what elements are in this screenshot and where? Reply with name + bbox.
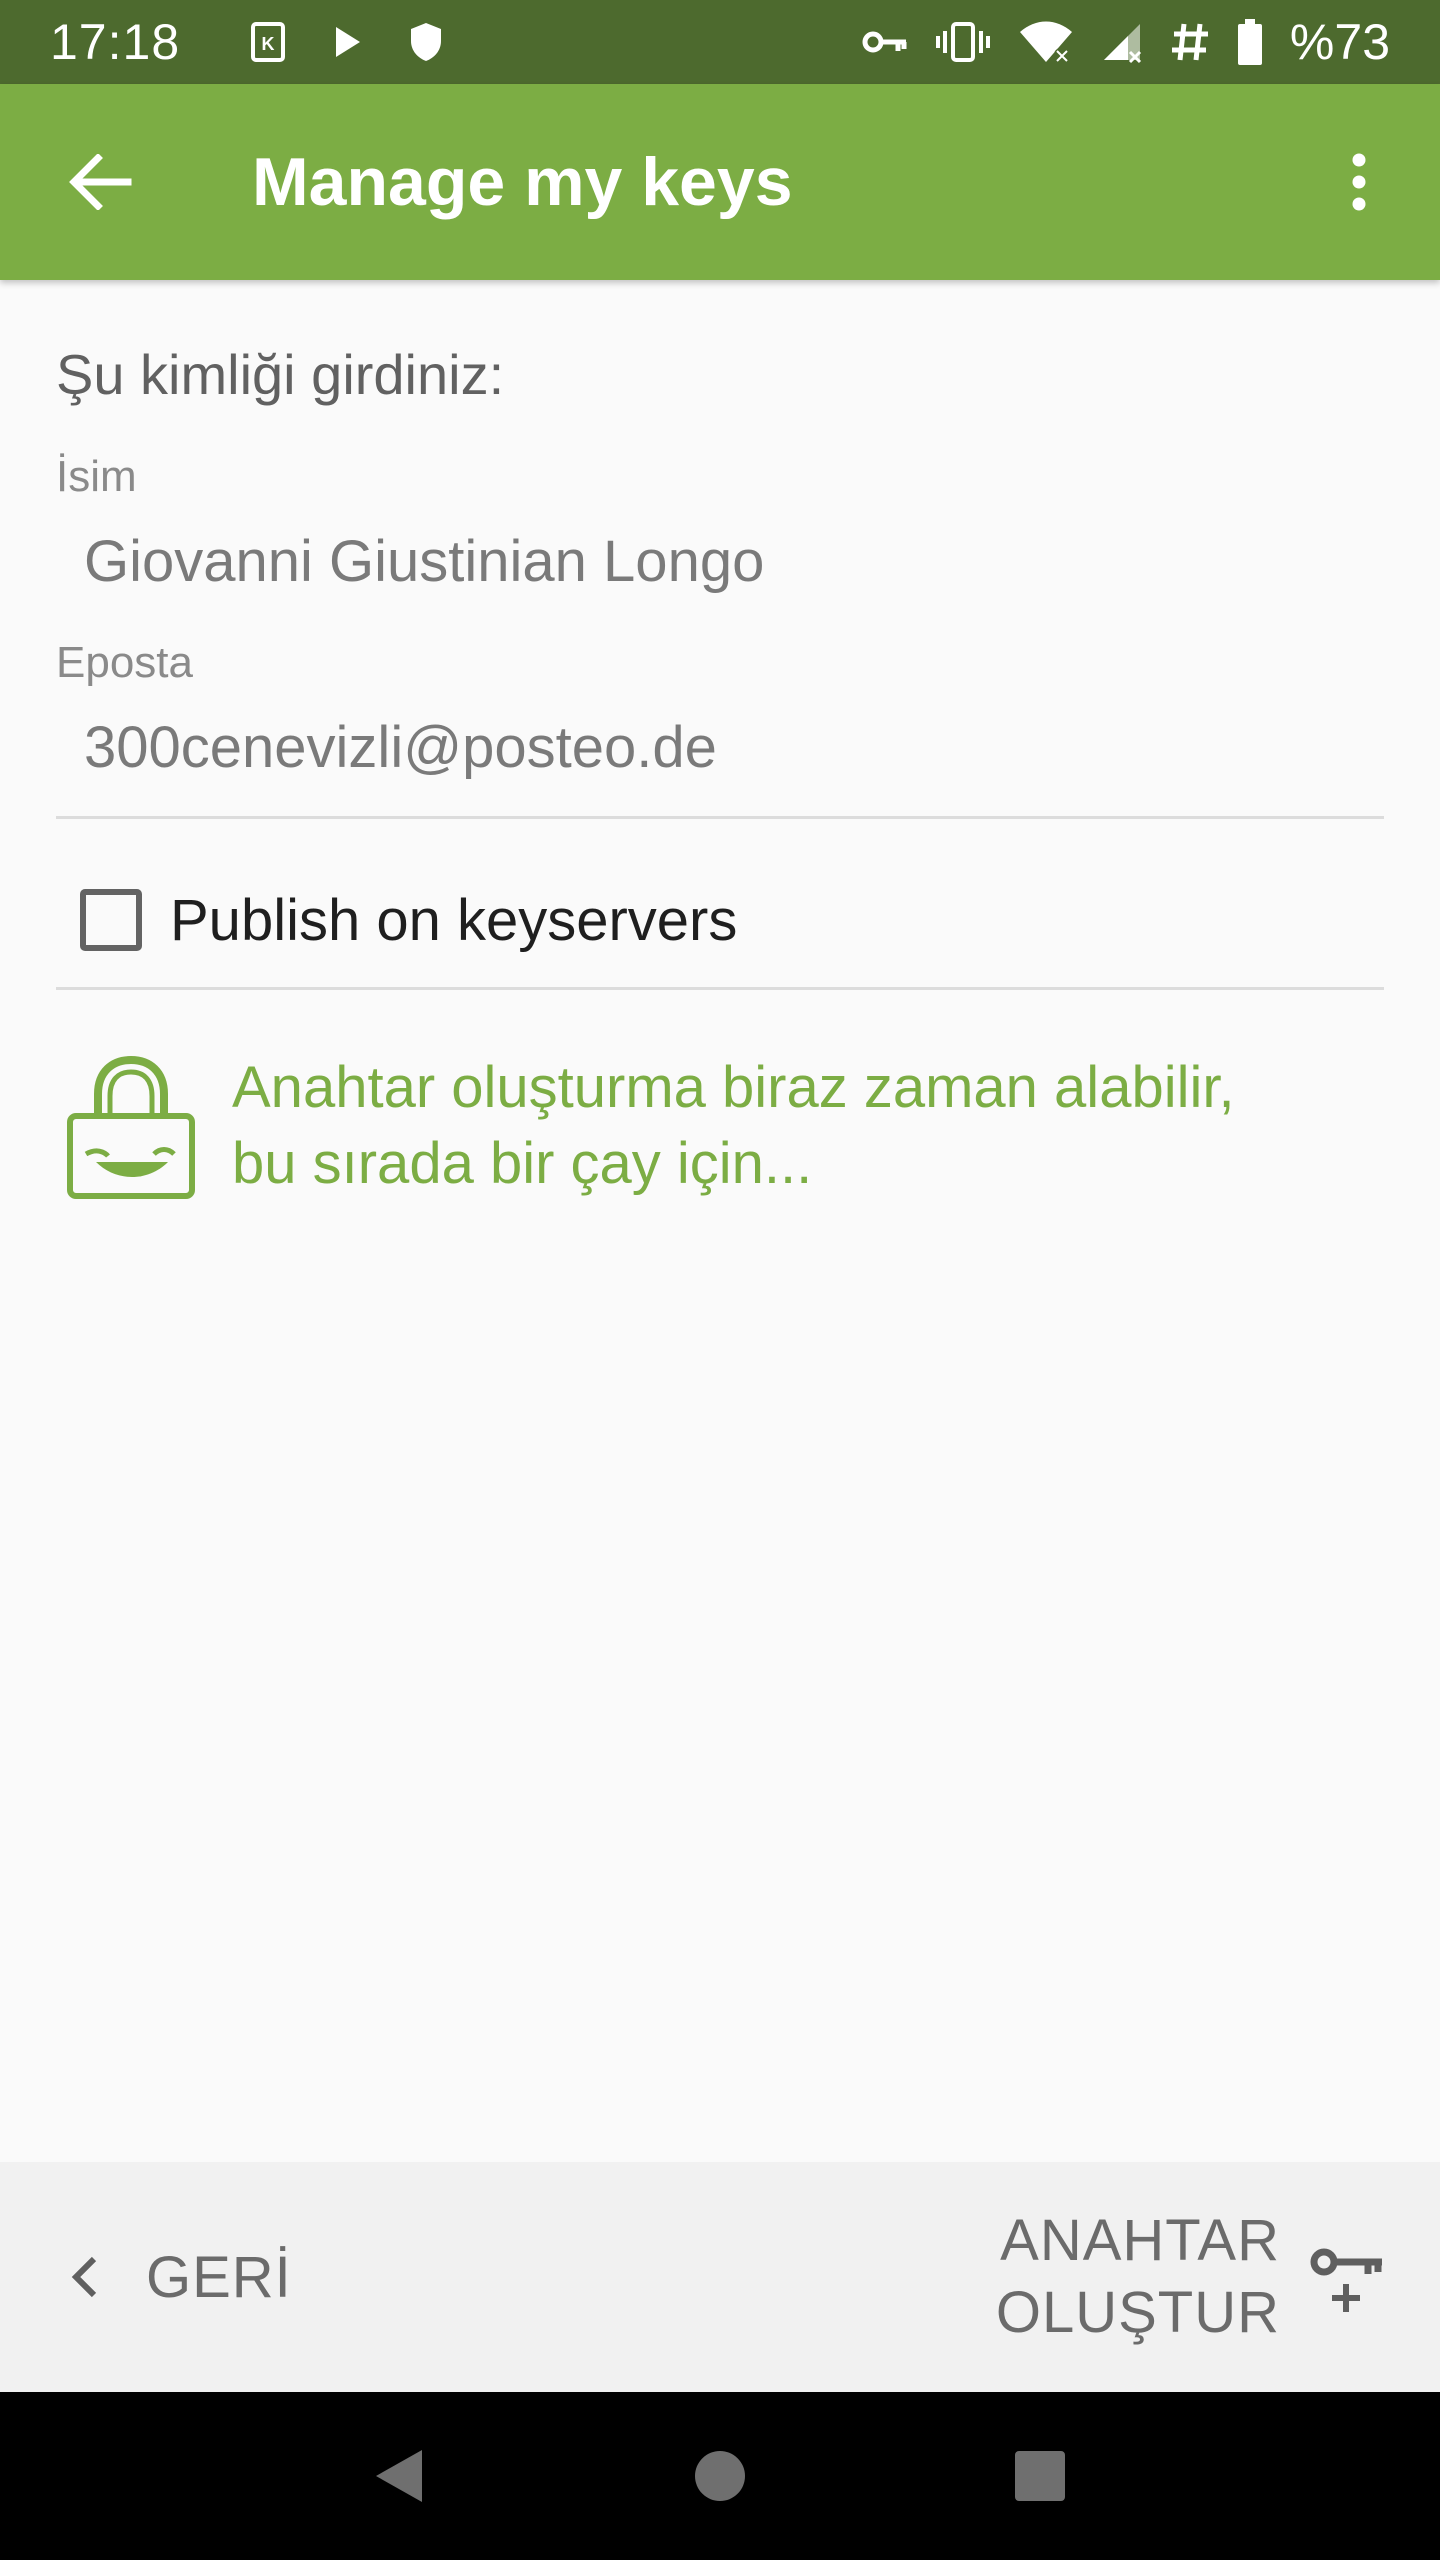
create-key-label-line-1: ANAHTAR xyxy=(1000,2208,1280,2273)
chevron-left-icon xyxy=(71,2256,97,2298)
divider xyxy=(56,987,1384,990)
status-right: %73 xyxy=(862,13,1390,71)
screen: 17:18 K %73 Manage my keys Şu kimliği gi… xyxy=(0,0,1440,2560)
status-left: 17:18 K xyxy=(50,13,444,71)
nav-back-button[interactable] xyxy=(340,2416,460,2536)
info-text: Anahtar oluşturma biraz zaman alabilir, … xyxy=(232,1050,1235,1202)
create-key-label-line-2: OLUŞTUR xyxy=(995,2280,1280,2345)
publish-on-keyservers-row[interactable]: Publish on keyservers xyxy=(56,860,1384,980)
info-line-2: bu sırada bir çay için... xyxy=(232,1131,813,1196)
vibrate-icon xyxy=(934,21,992,63)
nav-recents-button[interactable] xyxy=(980,2416,1100,2536)
create-key-label: ANAHTAR OLUŞTUR xyxy=(996,2205,1280,2349)
battery-icon xyxy=(1236,18,1264,66)
hash-icon xyxy=(1170,20,1210,64)
back-arrow-button[interactable] xyxy=(50,132,150,232)
vpn-key-icon xyxy=(862,27,908,57)
email-value: 300cenevizli@posteo.de xyxy=(84,715,717,780)
publish-label: Publish on keyservers xyxy=(170,887,738,953)
divider xyxy=(56,816,1384,819)
app-bar: Manage my keys xyxy=(0,84,1440,280)
name-label: İsim xyxy=(56,452,137,501)
wifi-icon xyxy=(1018,20,1074,64)
nav-home-icon xyxy=(695,2451,745,2501)
nav-back-icon xyxy=(376,2450,422,2502)
smiling-lock-icon xyxy=(67,1055,195,1199)
status-time: 17:18 xyxy=(50,14,181,70)
create-key-button[interactable]: ANAHTAR OLUŞTUR xyxy=(996,2187,1384,2367)
signal-icon xyxy=(1100,20,1144,64)
info-line-1: Anahtar oluşturma biraz zaman alabilir, xyxy=(232,1055,1235,1120)
k-notification-icon: K xyxy=(250,21,286,63)
status-bar: 17:18 K %73 xyxy=(0,0,1440,84)
add-key-icon xyxy=(1310,2248,1382,2312)
shield-icon xyxy=(408,21,444,63)
nav-home-button[interactable] xyxy=(660,2416,780,2536)
name-value: Giovanni Giustinian Longo xyxy=(84,529,765,594)
battery-percent: %73 xyxy=(1289,14,1390,70)
publish-checkbox[interactable] xyxy=(80,889,142,951)
status-notification-icons: K xyxy=(250,21,444,63)
back-arrow-icon xyxy=(69,154,132,210)
play-icon xyxy=(330,24,364,60)
identity-heading: Şu kimliği girdiniz: xyxy=(56,343,505,406)
bottom-button-bar: GERİ ANAHTAR OLUŞTUR xyxy=(0,2162,1440,2392)
overflow-menu-button[interactable] xyxy=(1314,132,1404,232)
svg-text:K: K xyxy=(262,34,275,54)
back-button[interactable]: GERİ xyxy=(70,2197,312,2357)
page-title: Manage my keys xyxy=(252,144,793,220)
more-vert-icon xyxy=(1352,153,1366,211)
email-label: Eposta xyxy=(56,638,193,687)
back-button-label: GERİ xyxy=(146,2244,292,2310)
info-message: Anahtar oluşturma biraz zaman alabilir, … xyxy=(56,1050,1384,1202)
system-nav-bar xyxy=(0,2392,1440,2560)
nav-recents-icon xyxy=(1015,2451,1065,2501)
